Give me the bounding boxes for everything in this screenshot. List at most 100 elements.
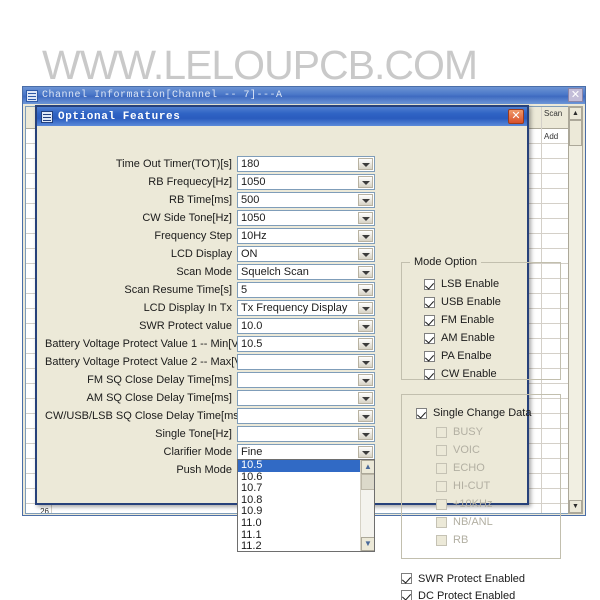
scroll-up-icon[interactable]: ▲ — [361, 460, 374, 474]
checkbox-row[interactable]: USB Enable — [402, 293, 560, 311]
chevron-down-icon[interactable] — [358, 374, 373, 386]
checkbox-row: BUSY — [402, 423, 560, 441]
checkbox-row[interactable]: SWR Protect Enabled — [401, 570, 525, 587]
checkbox-row[interactable]: LSB Enable — [402, 275, 560, 293]
chevron-down-icon[interactable] — [358, 230, 373, 242]
field-combobox[interactable]: 10Hz — [237, 228, 375, 244]
form-row: AM SQ Close Delay Time[ms] — [45, 390, 375, 406]
field-label: LCD Display — [170, 248, 232, 260]
field-combobox[interactable]: Tx Frequency Display — [237, 300, 375, 316]
checkbox-row[interactable]: DC Protect Enabled — [401, 587, 525, 600]
form-row: CW Side Tone[Hz] 1050 — [45, 210, 375, 226]
form-row: RB Frequecy[Hz] 1050 — [45, 174, 375, 190]
field-combobox[interactable]: 5 — [237, 282, 375, 298]
table-row[interactable]: 26 — [26, 504, 51, 513]
chevron-down-icon[interactable] — [358, 356, 373, 368]
field-label: FM SQ Close Delay Time[ms] — [87, 374, 232, 386]
scrollbar-thumb[interactable] — [569, 120, 582, 146]
chevron-down-icon[interactable] — [358, 158, 373, 170]
field-combobox[interactable]: 10.5 — [237, 336, 375, 352]
table-scrollbar[interactable]: ▲ ▼ — [568, 106, 583, 514]
checkbox-row[interactable]: CW Enable — [402, 365, 560, 383]
battery-voltage-max-dropdown-list[interactable]: 10.5 10.6 10.7 10.8 10.9 11.0 11.1 11.2 ▲ ▼ — [237, 459, 375, 552]
form-row: Battery Voltage Protect Value 1 -- Min[V… — [45, 336, 375, 352]
form-row: Single Tone[Hz] — [45, 426, 375, 442]
chevron-down-icon[interactable] — [358, 410, 373, 422]
field-combobox[interactable] — [237, 408, 375, 424]
checkbox-icon — [436, 480, 447, 492]
scroll-up-icon[interactable]: ▲ — [569, 107, 582, 120]
dropdown-option[interactable]: 11.0 — [238, 517, 361, 530]
field-combobox[interactable]: 180 — [237, 156, 375, 172]
checkbox-row: ECHO — [402, 459, 560, 477]
field-combobox[interactable] — [237, 390, 375, 406]
window-icon — [41, 110, 53, 123]
checkbox-icon — [436, 444, 447, 456]
field-combobox[interactable]: ON — [237, 246, 375, 262]
field-combobox[interactable]: 1050 — [237, 210, 375, 226]
field-label: LCD Display In Tx — [143, 302, 232, 314]
form-row: CW/USB/LSB SQ Close Delay Time[ms] — [45, 408, 375, 424]
chevron-down-icon[interactable] — [358, 302, 373, 314]
scroll-down-icon[interactable]: ▼ — [569, 500, 582, 513]
checkbox-icon — [436, 426, 447, 438]
dialog-titlebar[interactable]: Optional Features ✕ — [37, 107, 527, 126]
checkbox-icon — [401, 573, 412, 584]
chevron-down-icon[interactable] — [358, 194, 373, 206]
dropdown-scrollbar-thumb[interactable] — [361, 474, 374, 490]
checkbox-label: FM Enable — [441, 314, 495, 326]
chevron-down-icon[interactable] — [358, 176, 373, 188]
form-row: RB Time[ms] 500 — [45, 192, 375, 208]
single-change-sub-items: BUSY VOIC ECHO HI-CUT +10KHz NB/ANL RB — [402, 423, 560, 549]
form-row: Frequency Step 10Hz — [45, 228, 375, 244]
mode-option-items: LSB Enable USB Enable FM Enable AM Enable PA… — [402, 263, 560, 383]
chevron-down-icon[interactable] — [358, 248, 373, 260]
single-change-data-checkbox[interactable]: Single Change Data — [402, 403, 560, 423]
window-icon — [26, 89, 38, 102]
checkbox-label: BUSY — [453, 426, 483, 438]
field-combobox[interactable] — [237, 426, 375, 442]
chevron-down-icon[interactable] — [358, 212, 373, 224]
optional-features-dialog: Optional Features ✕ Time Out Timer(TOT)[… — [35, 105, 561, 600]
form-row: Clarifier Mode Fine — [45, 444, 375, 460]
checkbox-icon — [424, 278, 435, 290]
field-combobox[interactable] — [237, 372, 375, 388]
checkbox-row[interactable]: AM Enable — [402, 329, 560, 347]
single-change-data-label: Single Change Data — [433, 407, 532, 419]
dropdown-option[interactable]: 10.5 — [238, 460, 361, 472]
close-icon[interactable]: ✕ — [568, 88, 583, 102]
field-combobox[interactable]: 10.0 — [237, 318, 375, 334]
field-label: Battery Voltage Protect Value 2 -- Max[V… — [45, 356, 237, 368]
field-combobox[interactable]: 500 — [237, 192, 375, 208]
chevron-down-icon[interactable] — [358, 392, 373, 404]
protect-options: SWR Protect Enabled DC Protect Enabled — [401, 570, 525, 600]
checkbox-row[interactable]: FM Enable — [402, 311, 560, 329]
dropdown-options[interactable]: 10.5 10.6 10.7 10.8 10.9 11.0 11.1 11.2 — [238, 460, 361, 551]
close-icon[interactable]: ✕ — [508, 109, 524, 124]
checkbox-label: DC Protect Enabled — [418, 589, 516, 600]
field-combobox[interactable]: Squelch Scan — [237, 264, 375, 280]
scroll-down-icon[interactable]: ▼ — [361, 537, 374, 551]
chevron-down-icon[interactable] — [358, 320, 373, 332]
chevron-down-icon[interactable] — [358, 284, 373, 296]
dropdown-scrollbar[interactable]: ▲ ▼ — [360, 460, 374, 551]
field-combobox[interactable]: Fine — [237, 444, 375, 460]
chevron-down-icon[interactable] — [358, 428, 373, 440]
field-combobox[interactable] — [237, 354, 375, 370]
checkbox-row[interactable]: PA Enalbe — [402, 347, 560, 365]
checkbox-icon — [401, 590, 412, 600]
mode-option-group: Mode Option LSB Enable USB Enable FM Enabl… — [401, 256, 561, 383]
background-window-titlebar[interactable]: Channel Information[Channel -- 7]---A ✕ — [23, 87, 585, 104]
form-row: Time Out Timer(TOT)[s] 180 — [45, 156, 375, 172]
chevron-down-icon[interactable] — [358, 446, 373, 458]
field-label: RB Time[ms] — [169, 194, 232, 206]
field-combobox[interactable]: 1050 — [237, 174, 375, 190]
form-row: FM SQ Close Delay Time[ms] — [45, 372, 375, 388]
dialog-body: Time Out Timer(TOT)[s] 180 RB Frequecy[Hz]… — [37, 126, 561, 600]
checkbox-label: ECHO — [453, 462, 485, 474]
watermark-text: WWW.LELOUPCB.COM — [42, 42, 478, 88]
chevron-down-icon[interactable] — [358, 338, 373, 350]
checkbox-label: VOIC — [453, 444, 480, 456]
chevron-down-icon[interactable] — [358, 266, 373, 278]
dropdown-option[interactable]: 11.2 — [238, 541, 361, 551]
